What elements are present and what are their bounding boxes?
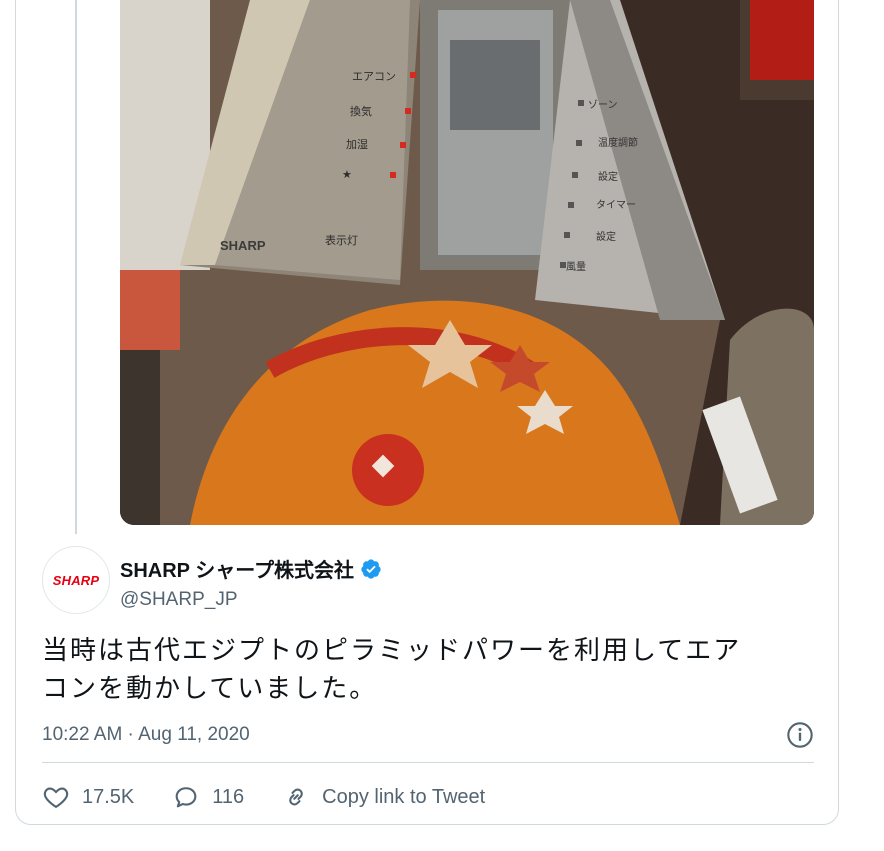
left-panel-label: 加湿	[346, 138, 368, 151]
author-handle[interactable]: @SHARP_JP	[120, 589, 382, 611]
tweet-actions: 17.5K 116 Copy link to Tweet	[42, 780, 523, 814]
left-panel-label: ★	[342, 168, 352, 181]
copy-link-button[interactable]: Copy link to Tweet	[282, 783, 485, 811]
reply-button[interactable]: 116	[172, 783, 244, 811]
tweet-text: 当時は古代エジプトのピラミッドパワーを利用してエア コンを動かしていました。	[42, 632, 812, 708]
verified-badge-icon	[361, 558, 381, 579]
tweet-meta-row: 10:22 AM · Aug 11, 2020	[42, 720, 814, 750]
heart-icon	[43, 787, 69, 808]
device-brand-label: SHARP	[220, 238, 266, 253]
display-name[interactable]: SHARP シャープ株式会社	[120, 554, 354, 583]
photo-drawing: SHARP エアコン 換気 加湿 ★ 表示灯 ゾーン 温度調節 設定 タイマー …	[120, 0, 814, 525]
thread-connector-line	[75, 0, 77, 534]
right-panel-label: 風量	[566, 261, 586, 273]
left-panel-label: エアコン	[352, 70, 396, 83]
tweet-author[interactable]: SHARP SHARP シャープ株式会社 @SHARP_JP	[42, 546, 542, 614]
link-icon	[289, 788, 303, 806]
right-panel-label: 温度調節	[598, 136, 638, 149]
tweet-text-line: 当時は古代エジプトのピラミッドパワーを利用してエア	[42, 636, 742, 666]
avatar[interactable]: SHARP	[42, 546, 110, 614]
divider	[42, 762, 814, 763]
sharp-logo: SHARP	[52, 572, 100, 588]
right-panel-label: 設定	[596, 230, 616, 243]
left-panel-label: 換気	[350, 104, 372, 118]
author-names: SHARP シャープ株式会社 @SHARP_JP	[120, 554, 382, 611]
like-button[interactable]: 17.5K	[42, 783, 134, 811]
info-icon[interactable]	[786, 721, 814, 749]
display-name-row: SHARP シャープ株式会社	[120, 554, 382, 583]
like-count: 17.5K	[82, 785, 135, 808]
left-panel-label: 表示灯	[325, 233, 358, 247]
tweet-text-line: コンを動かしていました。	[42, 674, 378, 704]
tweet-photo[interactable]: SHARP エアコン 換気 加湿 ★ 表示灯 ゾーン 温度調節 設定 タイマー …	[120, 0, 814, 525]
right-panel-label: タイマー	[596, 199, 636, 211]
right-panel-label: ゾーン	[588, 99, 618, 111]
copy-link-label: Copy link to Tweet	[322, 785, 486, 808]
right-panel-label: 設定	[598, 170, 618, 183]
tweet-timestamp[interactable]: 10:22 AM · Aug 11, 2020	[42, 724, 250, 746]
reply-bubble-icon	[175, 787, 197, 808]
reply-count: 116	[212, 785, 245, 808]
